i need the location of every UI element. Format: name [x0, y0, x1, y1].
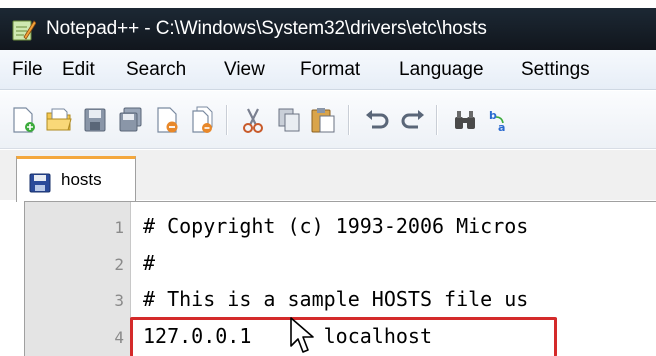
new-file-icon[interactable]: [8, 105, 38, 135]
undo-icon[interactable]: [362, 105, 392, 135]
svg-text:b: b: [489, 109, 497, 122]
tab-strip: hosts: [0, 150, 656, 202]
cut-icon[interactable]: [238, 105, 268, 135]
file-saved-icon: [29, 173, 51, 193]
replace-icon[interactable]: b a: [486, 105, 516, 135]
text-editor[interactable]: 1 2 3 4 # Copyright (c) 1993-2006 Micros…: [24, 201, 656, 356]
line-number-gutter: 1 2 3 4: [25, 202, 131, 356]
close-all-icon[interactable]: [188, 105, 218, 135]
line-number: 4: [114, 328, 124, 347]
svg-text:a: a: [498, 121, 505, 134]
copy-icon[interactable]: [274, 105, 304, 135]
toolbar-separator: [348, 105, 350, 135]
menu-format[interactable]: Format: [300, 59, 360, 81]
tab-hosts[interactable]: hosts: [16, 156, 136, 202]
toolbar-separator: [226, 105, 228, 135]
code-line: # This is a sample HOSTS file us: [143, 287, 529, 311]
menu-edit[interactable]: Edit: [62, 59, 95, 81]
menu-view[interactable]: View: [224, 59, 265, 81]
close-icon[interactable]: [152, 105, 182, 135]
tab-label: hosts: [61, 170, 102, 189]
menu-search[interactable]: Search: [126, 59, 186, 81]
menu-settings[interactable]: Settings: [521, 59, 590, 81]
notepadpp-icon: [12, 20, 36, 41]
title-bar[interactable]: Notepad++ - C:\Windows\System32\drivers\…: [0, 0, 656, 50]
line-number: 3: [114, 291, 124, 310]
save-all-icon[interactable]: [116, 105, 146, 135]
toolbar: b a: [0, 91, 656, 149]
line-highlight-box: [130, 317, 557, 356]
code-line: # Copyright (c) 1993-2006 Micros: [143, 214, 529, 238]
menu-language[interactable]: Language: [399, 59, 484, 81]
save-icon[interactable]: [80, 105, 110, 135]
mouse-cursor-icon: [290, 317, 314, 353]
menu-file[interactable]: File: [12, 59, 43, 81]
toolbar-separator: [436, 105, 438, 135]
menu-bar: File Edit Search View Format Language Se…: [0, 50, 656, 90]
redo-icon[interactable]: [398, 105, 428, 135]
line-number: 1: [114, 218, 124, 237]
find-icon[interactable]: [450, 105, 480, 135]
window-title: Notepad++ - C:\Windows\System32\drivers\…: [46, 18, 487, 39]
open-file-icon[interactable]: [44, 105, 74, 135]
paste-icon[interactable]: [308, 105, 338, 135]
code-line: #: [143, 251, 156, 275]
line-number: 2: [114, 255, 124, 274]
